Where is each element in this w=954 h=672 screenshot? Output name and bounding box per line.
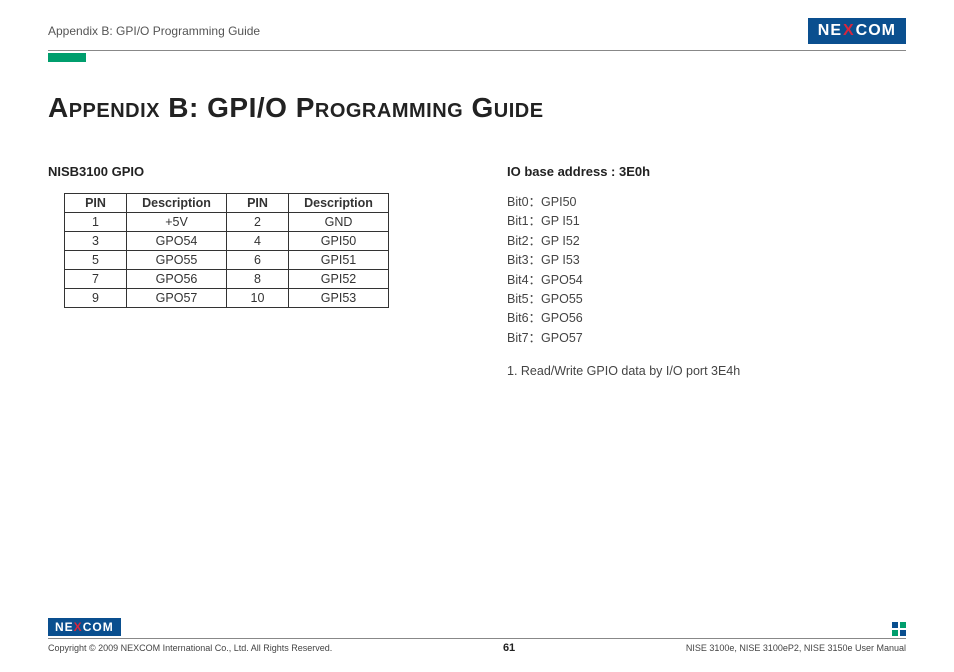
bit-line: Bit4：GPO54 xyxy=(507,271,906,290)
content-columns: NISB3100 GPIO PIN Description PIN Descri… xyxy=(48,164,906,378)
bit-line: Bit2：GP I52 xyxy=(507,232,906,251)
table-cell: 5 xyxy=(65,251,127,270)
table-cell: 7 xyxy=(65,270,127,289)
iobase-section-head: IO base address : 3E0h xyxy=(507,164,906,179)
bit-line: Bit1：GP I51 xyxy=(507,212,906,231)
page-footer: NEXCOM Copyright © 2009 NEXCOM Internati… xyxy=(48,618,906,654)
logo-pre: NE xyxy=(818,22,842,40)
copyright-text: Copyright © 2009 NEXCOM International Co… xyxy=(48,643,332,653)
table-cell: GPO57 xyxy=(127,289,227,308)
table-cell: GPI53 xyxy=(289,289,389,308)
manual-reference: NISE 3100e, NISE 3100eP2, NISE 3150e Use… xyxy=(686,643,906,653)
bit-mapping-list: Bit0：GPI50Bit1：GP I51Bit2：GP I52Bit3：GP … xyxy=(507,193,906,348)
table-cell: 10 xyxy=(227,289,289,308)
footer-logo-pre: NE xyxy=(55,620,74,634)
th-desc-a: Description xyxy=(127,194,227,213)
footer-ornament-icon xyxy=(892,622,906,636)
table-cell: 2 xyxy=(227,213,289,232)
bit-line: Bit0：GPI50 xyxy=(507,193,906,212)
left-column: NISB3100 GPIO PIN Description PIN Descri… xyxy=(48,164,447,378)
footer-logo: NEXCOM xyxy=(48,618,121,636)
table-cell: 6 xyxy=(227,251,289,270)
th-pin-a: PIN xyxy=(65,194,127,213)
table-cell: GPO56 xyxy=(127,270,227,289)
table-row: 7GPO568GPI52 xyxy=(65,270,389,289)
top-header: Appendix B: GPI/O Programming Guide NEXC… xyxy=(48,18,906,44)
footer-rule xyxy=(48,638,906,639)
table-cell: 9 xyxy=(65,289,127,308)
table-cell: GPI52 xyxy=(289,270,389,289)
footer-top-row: NEXCOM xyxy=(48,618,906,636)
page-title: Appendix B: GPI/O Programming Guide xyxy=(48,92,906,124)
page-number: 61 xyxy=(503,642,515,654)
table-cell: GND xyxy=(289,213,389,232)
logo-post: COM xyxy=(856,22,896,40)
table-cell: GPO55 xyxy=(127,251,227,270)
bit-line: Bit5：GPO55 xyxy=(507,290,906,309)
table-cell: 3 xyxy=(65,232,127,251)
bit-line: Bit6：GPO56 xyxy=(507,309,906,328)
table-header-row: PIN Description PIN Description xyxy=(65,194,389,213)
table-cell: 8 xyxy=(227,270,289,289)
table-cell: GPO54 xyxy=(127,232,227,251)
table-cell: 1 xyxy=(65,213,127,232)
gpio-note: 1. Read/Write GPIO data by I/O port 3E4h xyxy=(507,364,906,378)
bit-line: Bit7：GPO57 xyxy=(507,329,906,348)
th-pin-b: PIN xyxy=(227,194,289,213)
footer-logo-x-icon: X xyxy=(74,620,83,634)
th-desc-b: Description xyxy=(289,194,389,213)
table-row: 3GPO544GPI50 xyxy=(65,232,389,251)
table-cell: GPI51 xyxy=(289,251,389,270)
bit-line: Bit3：GP I53 xyxy=(507,251,906,270)
right-column: IO base address : 3E0h Bit0：GPI50Bit1：GP… xyxy=(507,164,906,378)
table-cell: +5V xyxy=(127,213,227,232)
gpio-pin-table: PIN Description PIN Description 1+5V2GND… xyxy=(64,193,389,308)
gpio-section-head: NISB3100 GPIO xyxy=(48,164,447,179)
footer-logo-post: COM xyxy=(83,620,114,634)
table-row: 1+5V2GND xyxy=(65,213,389,232)
header-logo: NEXCOM xyxy=(808,18,906,44)
table-row: 5GPO556GPI51 xyxy=(65,251,389,270)
table-row: 9GPO5710GPI53 xyxy=(65,289,389,308)
table-cell: 4 xyxy=(227,232,289,251)
logo-x-icon: X xyxy=(843,22,855,40)
green-accent-bar xyxy=(48,53,86,62)
footer-info-row: Copyright © 2009 NEXCOM International Co… xyxy=(48,642,906,654)
header-breadcrumb: Appendix B: GPI/O Programming Guide xyxy=(48,24,260,38)
header-rule xyxy=(48,50,906,51)
table-cell: GPI50 xyxy=(289,232,389,251)
